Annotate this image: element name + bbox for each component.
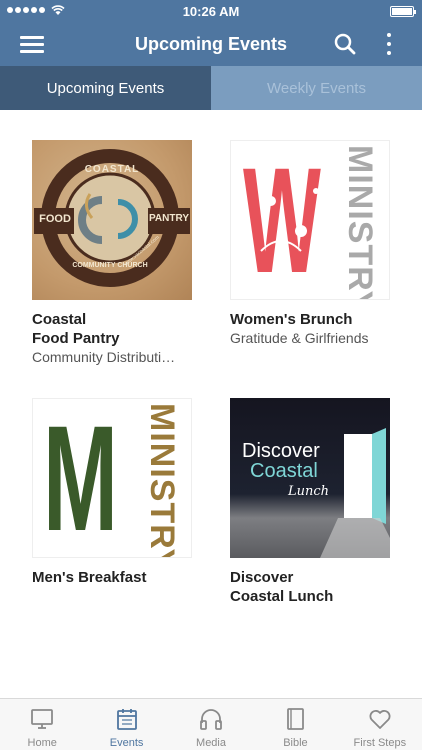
tab-home[interactable]: Home <box>0 699 84 750</box>
tab-weekly-events[interactable]: Weekly Events <box>211 66 422 110</box>
tv-icon <box>31 709 54 729</box>
page-title: Upcoming Events <box>134 34 288 54</box>
book-icon <box>287 708 305 730</box>
tab-first-steps[interactable]: First Steps <box>338 699 422 750</box>
event-subtitle: Gratitude & Girlfriends <box>230 330 369 346</box>
men-ministry-graphic: M MINISTRY <box>32 398 192 558</box>
tab-bible[interactable]: Bible <box>253 699 337 750</box>
event-title: Men's Breakfast <box>32 569 147 586</box>
event-title: Women's Brunch <box>230 311 353 328</box>
tab-label: First Steps <box>353 737 407 749</box>
lunch-text-lunch: Lunch <box>288 484 330 499</box>
women-ministry-graphic: W MINISTRY <box>230 140 390 300</box>
status-time: 10:26 AM <box>182 4 240 19</box>
floral-pattern-icon <box>260 188 319 265</box>
logo-text-pantry: PANTRY <box>149 213 189 224</box>
nav-bar: Upcoming Events <box>0 22 422 66</box>
more-options-icon[interactable] <box>384 31 394 57</box>
tab-media[interactable]: Media <box>169 699 253 750</box>
calendar-icon <box>116 709 137 730</box>
logo-text-community: COMMUNITY CHURCH <box>72 262 148 269</box>
search-icon[interactable] <box>334 33 356 55</box>
tab-upcoming-events[interactable]: Upcoming Events <box>0 66 211 110</box>
event-card-mens-breakfast[interactable]: M MINISTRY Men's Breakfast <box>32 398 207 587</box>
tab-label: Events <box>109 737 144 749</box>
tab-label: Home <box>27 737 57 749</box>
event-title: Discover Coastal Lunch <box>230 569 334 605</box>
tab-events[interactable]: Events <box>84 699 168 750</box>
event-card-discover-coastal-lunch[interactable]: Discover Coastal Lunch Discover Coastal … <box>230 398 405 606</box>
logo-text-coastal: COASTAL <box>84 164 140 175</box>
battery-icon <box>390 6 416 17</box>
tab-label: Media <box>196 737 226 749</box>
bottom-tab-bar: Home Events Media Bible First Steps <box>0 698 422 750</box>
discover-lunch-graphic: Discover Coastal Lunch <box>230 398 390 558</box>
headphones-icon <box>200 709 222 730</box>
lunch-text-coastal: Coastal <box>250 460 318 482</box>
event-card-food-pantry[interactable]: COASTAL FOOD PANTRY COMMUNITY CHURCH www… <box>32 140 207 366</box>
event-subtitle: Community Distributi… <box>32 349 176 365</box>
food-pantry-logo: COASTAL FOOD PANTRY COMMUNITY CHURCH www… <box>32 140 192 300</box>
tab-label: Bible <box>283 737 308 749</box>
event-tabs: Upcoming Events Weekly Events <box>0 66 422 110</box>
men-letter-m: M <box>43 398 118 558</box>
heart-icon <box>369 710 391 729</box>
logo-text-food: FOOD <box>39 213 71 225</box>
status-bar: 10:26 AM <box>0 0 422 22</box>
men-word-ministry: MINISTRY <box>143 403 181 558</box>
event-card-womens-brunch[interactable]: W MINISTRY Women's Brunch Gratitude & Gi… <box>230 140 405 347</box>
event-title: Coastal Food Pantry <box>32 311 120 347</box>
events-grid: COASTAL FOOD PANTRY COMMUNITY CHURCH www… <box>0 110 422 698</box>
